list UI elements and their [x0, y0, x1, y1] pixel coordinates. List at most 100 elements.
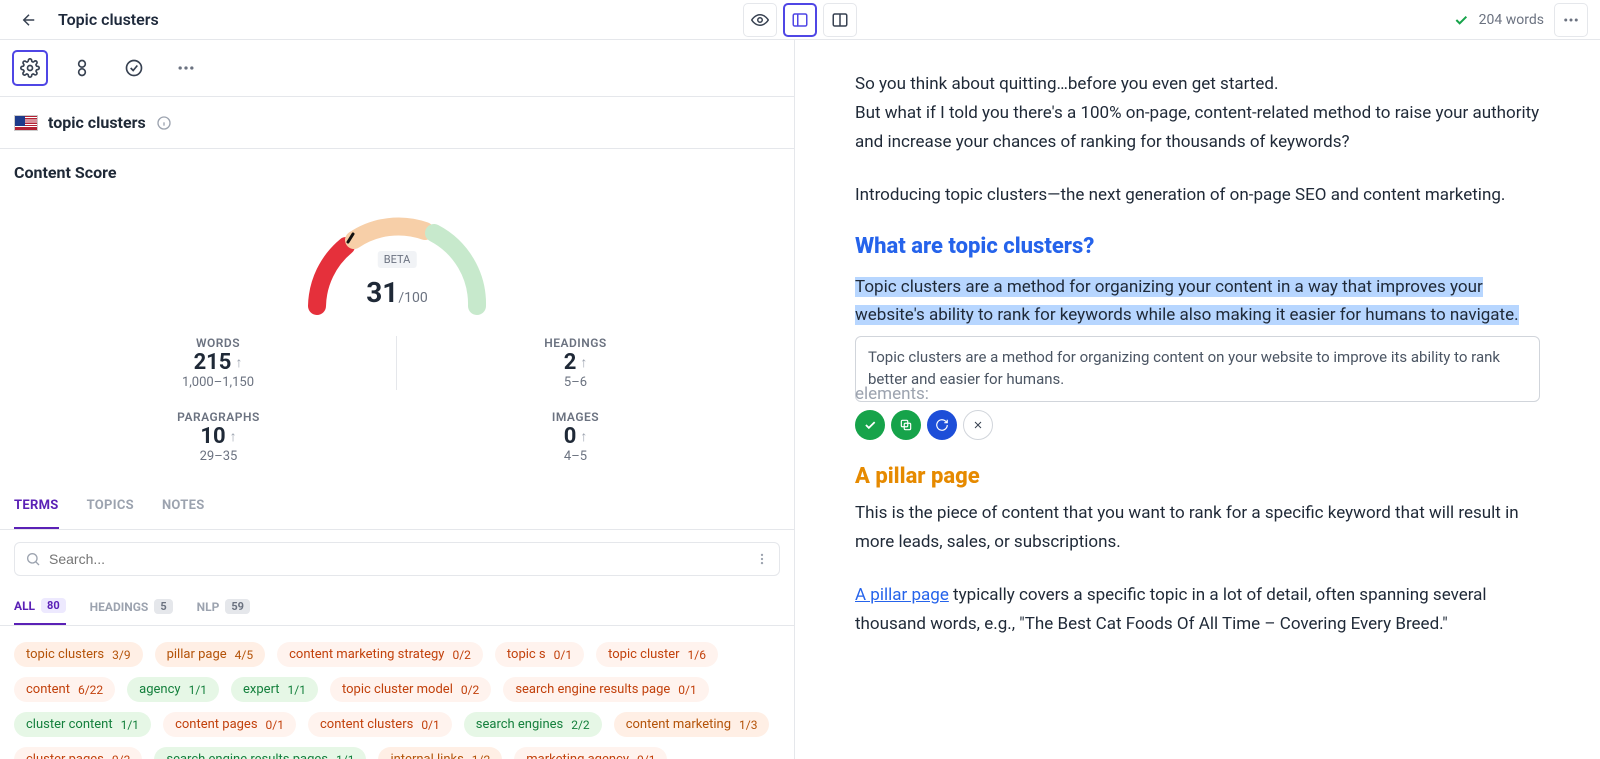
stat-images: IMAGES 0↑ 4–5	[397, 410, 754, 464]
top-bar: Topic clusters 204 words	[0, 0, 1600, 40]
columns-icon	[831, 11, 849, 29]
pill-name: content marketing	[626, 717, 731, 732]
filter-headings[interactable]: HEADINGS5	[90, 588, 173, 625]
back-button[interactable]	[12, 3, 46, 37]
stats-grid: WORDS 215↑ 1,000–1,150 HEADINGS 2↑ 5–6 P…	[0, 326, 794, 484]
pill-count: 4/5	[235, 648, 253, 662]
suggestion-actions	[855, 410, 1540, 440]
more-horizontal-icon	[1562, 11, 1580, 29]
arrow-up-icon: ↑	[580, 428, 587, 445]
term-pill[interactable]: content marketing 1/3	[614, 712, 770, 737]
pill-name: topic clusters	[26, 647, 104, 662]
term-pill[interactable]: content6/22	[14, 677, 115, 702]
close-icon	[972, 419, 984, 431]
tab-terms[interactable]: TERMS	[14, 484, 59, 529]
term-pill[interactable]: cluster content1/1	[14, 712, 151, 737]
pill-name: expert	[243, 682, 280, 697]
inline-link[interactable]: A pillar page	[855, 585, 949, 605]
term-pill[interactable]: internal links 1/2	[378, 747, 502, 759]
pill-count: 0/1	[637, 753, 655, 759]
pill-name: agency	[139, 682, 180, 697]
partial-text: elements:	[855, 384, 929, 404]
tab-topics[interactable]: TOPICS	[87, 484, 134, 529]
tab-notes[interactable]: NOTES	[162, 484, 205, 529]
term-pill[interactable]: cluster pages 0/3	[14, 747, 142, 759]
filter-nlp[interactable]: NLP59	[197, 588, 250, 625]
beta-badge: BETA	[378, 251, 417, 268]
filter-all[interactable]: ALL80	[14, 588, 66, 625]
accept-button[interactable]	[855, 410, 885, 440]
term-pill[interactable]: topic s 0/1	[495, 642, 584, 667]
term-pill[interactable]: topic clusters 3/9	[14, 642, 143, 667]
keyword-header: topic clusters	[0, 97, 794, 149]
pill-name: marketing agency	[526, 752, 629, 759]
pill-name: content clusters	[320, 717, 413, 732]
pill-count: 1/1	[121, 718, 139, 732]
link-icon	[72, 58, 92, 78]
link-button[interactable]	[64, 50, 100, 86]
term-pill[interactable]: content marketing strategy0/2	[277, 642, 483, 667]
more-horizontal-icon	[176, 58, 196, 78]
term-pill[interactable]: search engine results pages1/1	[154, 747, 366, 759]
view-toggle-group	[743, 3, 857, 37]
overflow-button[interactable]	[168, 50, 204, 86]
pill-name: topic s	[507, 647, 546, 662]
search-box[interactable]	[14, 542, 780, 576]
check-icon	[863, 418, 877, 432]
settings-button[interactable]	[12, 50, 48, 86]
paragraph-text: So you think about quitting…before you e…	[855, 74, 1278, 94]
content-score-title: Content Score	[0, 149, 794, 196]
editor-view-button[interactable]	[783, 3, 817, 37]
more-vertical-icon[interactable]	[755, 552, 769, 566]
pill-name: search engine results page	[515, 682, 670, 697]
term-pill[interactable]: topic cluster1/6	[596, 642, 718, 667]
editor-pane[interactable]: So you think about quitting…before you e…	[795, 40, 1600, 759]
info-icon[interactable]	[156, 115, 172, 131]
term-pill[interactable]: topic cluster model0/2	[330, 677, 491, 702]
page-title: Topic clusters	[58, 10, 159, 29]
preview-view-button[interactable]	[743, 3, 777, 37]
pill-count: 0/1	[266, 718, 284, 732]
highlighted-text[interactable]: Topic clusters are a method for organizi…	[855, 277, 1519, 326]
left-toolbar	[0, 40, 794, 97]
pill-name: cluster pages	[26, 752, 104, 759]
pill-count: 1/3	[739, 718, 757, 732]
pill-name: content	[26, 682, 70, 697]
pill-count: 0/1	[678, 683, 696, 697]
dismiss-button[interactable]	[963, 410, 993, 440]
term-pill[interactable]: marketing agency 0/1	[514, 747, 667, 759]
score-gauge: BETA 31/100	[297, 206, 497, 316]
copy-button[interactable]	[891, 410, 921, 440]
split-view-button[interactable]	[823, 3, 857, 37]
pill-count: 0/1	[554, 648, 572, 662]
pill-count: 0/3	[112, 753, 130, 759]
term-pill[interactable]: pillar page4/5	[155, 642, 266, 667]
search-input[interactable]	[49, 551, 747, 567]
filter-tabs: ALL80 HEADINGS5 NLP59	[0, 588, 794, 626]
term-pill[interactable]: expert1/1	[231, 677, 318, 702]
check-icon	[1453, 12, 1469, 28]
pill-count: 2/2	[571, 718, 589, 732]
term-pill[interactable]: agency1/1	[127, 677, 219, 702]
term-pill[interactable]: content pages0/1	[163, 712, 296, 737]
paragraph-text: A pillar page typically covers a specifi…	[855, 581, 1540, 639]
arrow-up-icon: ↑	[580, 354, 587, 371]
keyword-text: topic clusters	[48, 113, 146, 132]
done-button[interactable]	[116, 50, 152, 86]
arrow-up-icon: ↑	[230, 428, 237, 445]
pill-count: 3/9	[112, 648, 130, 662]
stat-paragraphs: PARAGRAPHS 10↑ 29–35	[40, 410, 397, 464]
pills-container: topic clusters 3/9 pillar page4/5 content m…	[0, 626, 794, 759]
term-pill[interactable]: search engine results page 0/1	[503, 677, 708, 702]
term-pill[interactable]: search engines2/2	[464, 712, 602, 737]
pill-count: 1/2	[472, 753, 490, 759]
pill-name: internal links	[390, 752, 463, 759]
main-tabs: TERMS TOPICS NOTES	[0, 484, 794, 530]
term-pill[interactable]: content clusters0/1	[308, 712, 452, 737]
refresh-icon	[935, 418, 949, 432]
ai-suggestion-box: Topic clusters are a method for organizi…	[855, 336, 1540, 402]
paragraph-text: But what if I told you there's a 100% on…	[855, 103, 1539, 152]
pill-name: topic cluster model	[342, 682, 453, 697]
regenerate-button[interactable]	[927, 410, 957, 440]
more-menu-button[interactable]	[1554, 3, 1588, 37]
